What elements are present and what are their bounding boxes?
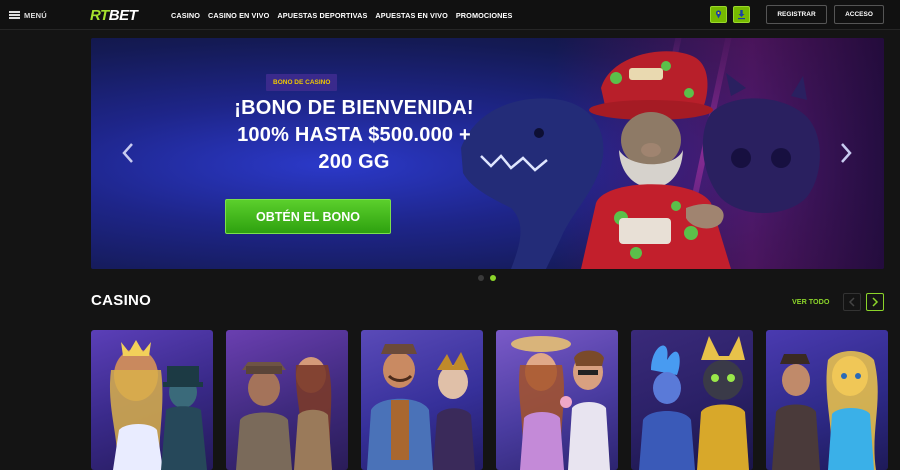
carousel-dots [478,275,496,281]
hamburger-icon [9,11,20,19]
section-title-casino: CASINO [91,292,152,309]
nav-casino[interactable]: CASINO [171,11,200,20]
casino-prev-button[interactable] [843,293,861,311]
main-nav: CASINO CASINO EN VIVO APUESTAS DEPORTIVA… [171,0,513,30]
menu-label: MENÚ [24,10,47,20]
game-thumbnail [109,340,207,470]
nav-apuestas-en-vivo[interactable]: APUESTAS EN VIVO [375,11,447,20]
register-button[interactable]: REGISTRAR [766,5,827,24]
promo-tag: BONO DE CASINO [266,74,338,91]
get-bonus-button[interactable]: OBTÉN EL BONO [225,199,391,234]
see-all-link[interactable]: VER TODO [792,297,829,306]
carousel-dot-2[interactable] [490,275,496,281]
nav-apuestas-deportivas[interactable]: APUESTAS DEPORTIVAS [277,11,367,20]
map-pin-icon [715,10,722,19]
banner-prev-button[interactable] [121,142,135,170]
game-thumbnail [367,344,475,470]
game-thumbnail [772,351,878,470]
login-button[interactable]: ACCESO [834,5,884,24]
nav-promociones[interactable]: PROMOCIONES [456,11,513,20]
chevron-left-icon [848,297,855,307]
chevron-right-icon [841,143,852,163]
casino-game-list [91,330,888,470]
promo-title: ¡BONO DE BIENVENIDA! 100% HASTA $500.000… [234,97,474,173]
game-card-1[interactable] [91,330,213,470]
top-bar: MENÚ RT BET CASINO CASINO EN VIVO APUESTA… [0,0,900,30]
game-card-4[interactable] [496,330,618,470]
rtbet-logo[interactable]: RT BET [90,5,138,25]
hero-banner[interactable]: BONO DE CASINO ¡BONO DE BIENVENIDA! 100%… [91,38,884,269]
game-card-3[interactable] [361,330,483,470]
game-card-6[interactable] [766,330,888,470]
chevron-left-icon [122,143,133,163]
location-button[interactable] [710,6,727,23]
game-card-2[interactable] [226,330,348,470]
game-card-5[interactable] [631,330,753,470]
carousel-dot-1[interactable] [478,275,484,281]
game-thumbnail [236,357,332,470]
download-app-button[interactable] [733,6,750,23]
menu-button[interactable]: MENÚ [0,0,56,30]
download-icon [738,10,745,20]
game-thumbnail [639,336,749,470]
casino-next-button[interactable] [866,293,884,311]
game-thumbnail [511,336,610,470]
banner-next-button[interactable] [839,142,853,170]
nav-casino-en-vivo[interactable]: CASINO EN VIVO [208,11,269,20]
chevron-right-icon [872,297,879,307]
